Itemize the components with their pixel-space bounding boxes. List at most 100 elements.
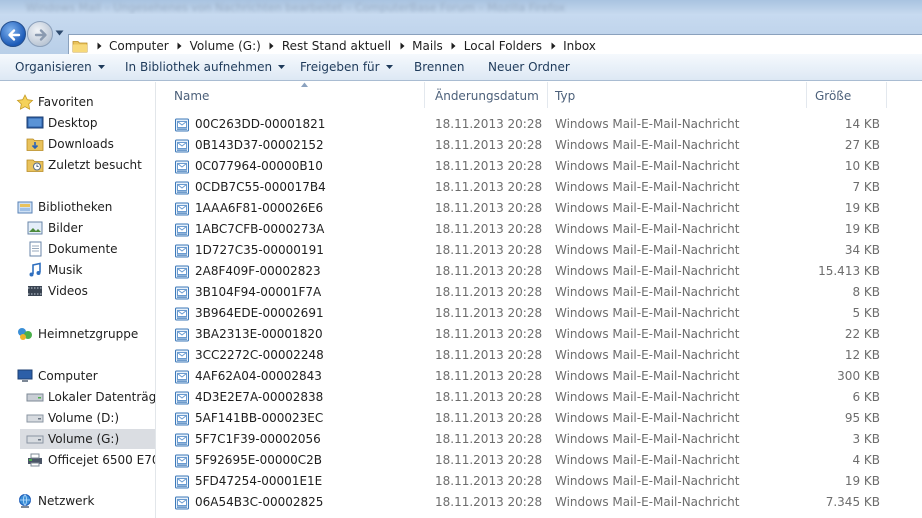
table-row[interactable]: 3CC2272C-00002248 18.11.2013 20:28 Windows… [157, 345, 922, 366]
file-type: Windows Mail-E-Mail-Nachricht [555, 243, 740, 257]
column-header-date[interactable]: Änderungsdatum [427, 82, 548, 108]
table-row[interactable]: 00C263DD-00001821 18.11.2013 20:28 Windows… [157, 114, 922, 135]
file-type: Windows Mail-E-Mail-Nachricht [555, 264, 740, 278]
table-row[interactable]: 1AAA6F81-000026E6 18.11.2013 20:28 Windows… [157, 198, 922, 219]
sidebar-item-label: Dokumente [48, 242, 118, 256]
file-modified-date: 18.11.2013 20:28 [435, 138, 543, 152]
computer-icon [17, 369, 33, 382]
file-size: 19 KB [844, 222, 880, 236]
sidebar-item-label: Videos [48, 284, 88, 298]
table-row[interactable]: 5F7C1F39-00002056 18.11.2013 20:28 Windows… [157, 429, 922, 450]
mail-message-icon [175, 328, 189, 342]
homegroup-icon [18, 328, 32, 340]
sidebar-item-favorites[interactable]: Favoriten [16, 92, 94, 112]
file-type: Windows Mail-E-Mail-Nachricht [555, 117, 740, 131]
back-button[interactable] [0, 21, 26, 47]
file-type: Windows Mail-E-Mail-Nachricht [555, 411, 740, 425]
table-row[interactable]: 2A8F409F-00002823 18.11.2013 20:28 Windows… [157, 261, 922, 282]
table-row[interactable]: 3B104F94-00001F7A 18.11.2013 20:28 Windows… [157, 282, 922, 303]
mail-message-icon [175, 454, 189, 468]
videos-icon [28, 286, 42, 296]
column-header-size[interactable]: Größe [807, 82, 887, 108]
table-row[interactable]: 0B143D37-00002152 18.11.2013 20:28 Windows… [157, 135, 922, 156]
sidebar-item-printer[interactable]: Officejet 6500 E709n [26, 450, 155, 470]
table-row[interactable]: 4D3E2E7A-00002838 18.11.2013 20:28 Windows… [157, 387, 922, 408]
documents-icon [29, 241, 42, 257]
file-list: Name Änderungsdatum Typ Größe 00C263DD-0… [157, 82, 922, 518]
table-row[interactable]: 0C077964-00000B10 18.11.2013 20:28 Windows… [157, 156, 922, 177]
file-type: Windows Mail-E-Mail-Nachricht [555, 306, 740, 320]
table-row[interactable]: 0CDB7C55-000017B4 18.11.2013 20:28 Windows… [157, 177, 922, 198]
file-name: 4AF62A04-00002843 [195, 369, 322, 383]
window-title-bar: Windows Mail – Ungesehenes von Nachricht… [0, 0, 922, 14]
file-size: 7.345 KB [825, 495, 880, 509]
table-row[interactable]: 5F92695E-00000C2B 18.11.2013 20:28 Windows… [157, 450, 922, 471]
sidebar-item-network[interactable]: Netzwerk [16, 491, 94, 511]
file-modified-date: 18.11.2013 20:28 [435, 474, 543, 488]
sidebar-item-downloads[interactable]: Downloads [26, 134, 114, 154]
table-row[interactable]: 06A54B3C-00002825 18.11.2013 20:28 Windows… [157, 492, 922, 513]
chevron-down-icon [278, 65, 286, 69]
table-row[interactable]: 1ABC7CFB-0000273A 18.11.2013 20:28 Windows… [157, 219, 922, 240]
file-size: 10 KB [844, 159, 880, 173]
file-modified-date: 18.11.2013 20:28 [435, 180, 543, 194]
sidebar-item-label: Heimnetzgruppe [38, 327, 139, 341]
table-row[interactable]: 4AF62A04-00002843 18.11.2013 20:28 Windows… [157, 366, 922, 387]
sidebar-item-label: Netzwerk [38, 494, 95, 508]
burn-button[interactable]: Brennen [414, 60, 464, 74]
sidebar-item-label: Bibliotheken [38, 200, 113, 214]
file-modified-date: 18.11.2013 20:28 [435, 390, 543, 404]
organize-button[interactable]: Organisieren [15, 60, 105, 74]
forward-button[interactable] [27, 21, 53, 47]
file-type: Windows Mail-E-Mail-Nachricht [555, 180, 740, 194]
sidebar-item-music[interactable]: Musik [26, 260, 83, 280]
sidebar-item-pictures[interactable]: Bilder [26, 218, 83, 238]
add-to-library-button[interactable]: In Bibliothek aufnehmen [125, 60, 286, 74]
sidebar-item-computer[interactable]: Computer [16, 366, 98, 386]
file-name: 1ABC7CFB-0000273A [195, 222, 325, 236]
table-row[interactable]: 5AF141BB-000023EC 18.11.2013 20:28 Windows… [157, 408, 922, 429]
column-header-label: Größe [815, 89, 852, 103]
sidebar-item-volume-d[interactable]: Volume (D:) [26, 408, 119, 428]
mail-message-icon [175, 349, 189, 363]
mail-message-icon [175, 244, 189, 258]
table-row[interactable]: 5FD47254-00001E1E 18.11.2013 20:28 Windows… [157, 471, 922, 492]
table-row[interactable]: 1D727C35-00000191 18.11.2013 20:28 Windows… [157, 240, 922, 261]
sidebar-item-volume-g[interactable]: Volume (G:) [20, 429, 155, 449]
share-with-button[interactable]: Freigeben für [300, 60, 393, 74]
column-header-name[interactable]: Name [166, 82, 425, 108]
breadcrumb-inbox[interactable]: Inbox [561, 39, 599, 53]
file-size: 22 KB [844, 327, 880, 341]
recent-pages-dropdown-icon[interactable] [55, 30, 64, 36]
sidebar-item-documents[interactable]: Dokumente [26, 239, 118, 259]
command-bar: Organisieren In Bibliothek aufnehmen Fre… [0, 54, 922, 81]
file-modified-date: 18.11.2013 20:28 [435, 348, 543, 362]
breadcrumb-local-folders[interactable]: Local Folders [462, 39, 545, 53]
table-row[interactable]: 3B964EDE-00002691 18.11.2013 20:28 Windows… [157, 303, 922, 324]
file-modified-date: 18.11.2013 20:28 [435, 243, 543, 257]
sidebar-item-videos[interactable]: Videos [26, 281, 88, 301]
breadcrumb-rest-stand[interactable]: Rest Stand aktuell [280, 39, 394, 53]
sidebar-item-libraries[interactable]: Bibliotheken [16, 197, 112, 217]
breadcrumb-computer[interactable]: Computer [107, 39, 172, 53]
breadcrumb-mails[interactable]: Mails [410, 39, 446, 53]
breadcrumb-volume-g[interactable]: Volume (G:) [188, 39, 264, 53]
sidebar-item-label: Volume (G:) [48, 432, 120, 446]
new-folder-label: Neuer Ordner [488, 60, 570, 74]
share-with-label: Freigeben für [300, 60, 380, 74]
mail-message-icon [175, 496, 189, 510]
downloads-folder-icon [26, 138, 44, 151]
sidebar-item-local-disk[interactable]: Lokaler Datenträger [26, 387, 155, 407]
new-folder-button[interactable]: Neuer Ordner [488, 60, 570, 74]
sidebar-item-label: Computer [38, 369, 98, 383]
file-modified-date: 18.11.2013 20:28 [435, 201, 543, 215]
file-modified-date: 18.11.2013 20:28 [435, 369, 543, 383]
file-type: Windows Mail-E-Mail-Nachricht [555, 474, 740, 488]
column-header-type[interactable]: Typ [547, 82, 807, 108]
file-name: 3B964EDE-00002691 [195, 306, 324, 320]
table-row[interactable]: 3BA2313E-00001820 18.11.2013 20:28 Windows… [157, 324, 922, 345]
sidebar-item-homegroup[interactable]: Heimnetzgruppe [16, 324, 138, 344]
sidebar-item-recent[interactable]: Zuletzt besucht [26, 155, 142, 175]
sidebar-item-desktop[interactable]: Desktop [26, 113, 98, 133]
file-name: 3CC2272C-00002248 [195, 348, 324, 362]
